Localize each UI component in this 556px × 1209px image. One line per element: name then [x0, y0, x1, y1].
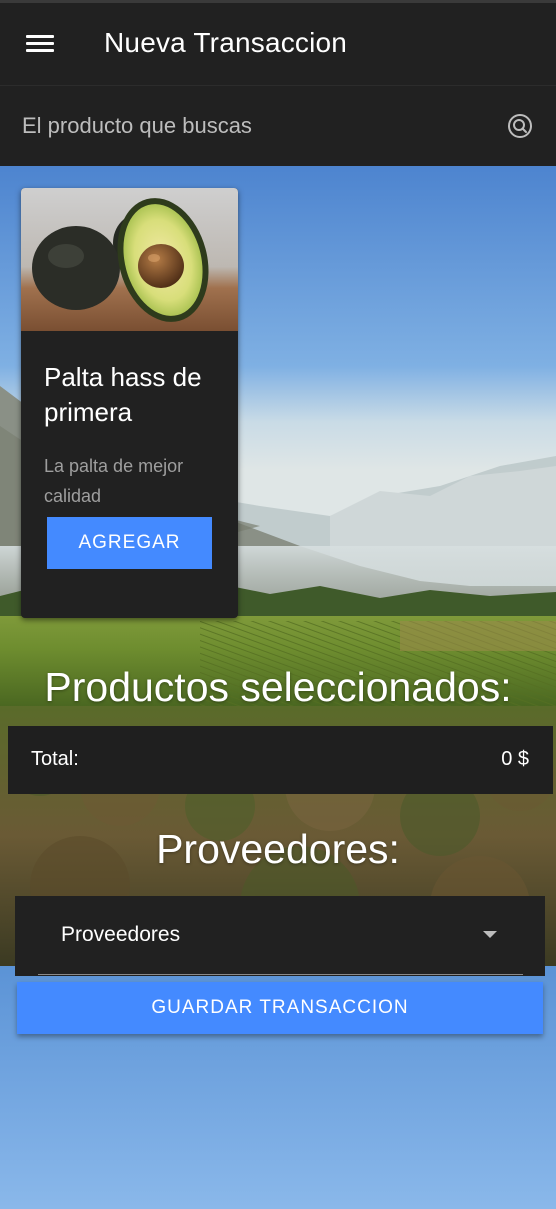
total-bar: Total: 0 $	[8, 726, 553, 794]
add-product-button[interactable]: AGREGAR	[47, 517, 212, 569]
dropdown-arrow-icon	[483, 931, 497, 938]
search-icon[interactable]	[506, 112, 534, 140]
select-underline	[38, 974, 523, 975]
selected-products-heading: Productos seleccionados:	[44, 664, 512, 710]
search-bar	[0, 86, 556, 166]
page-title: Nueva Transaccion	[104, 27, 348, 58]
product-image	[21, 188, 238, 331]
product-title: Palta hass de primera	[44, 362, 202, 427]
product-description: La palta de mejor calidad	[44, 456, 184, 506]
app-bar: Nueva Transaccion	[0, 3, 556, 86]
providers-select[interactable]: Proveedores	[15, 896, 545, 976]
hamburger-menu-icon[interactable]	[26, 33, 54, 55]
total-value: 0 $	[501, 748, 529, 770]
save-transaction-button[interactable]: GUARDAR TRANSACCION	[17, 982, 543, 1034]
product-card: Palta hass de primera La palta de mejor …	[21, 188, 238, 618]
total-label: Total:	[31, 748, 79, 770]
search-input[interactable]	[22, 108, 492, 144]
providers-select-value: Proveedores	[61, 923, 181, 946]
providers-heading: Proveedores:	[156, 826, 400, 872]
